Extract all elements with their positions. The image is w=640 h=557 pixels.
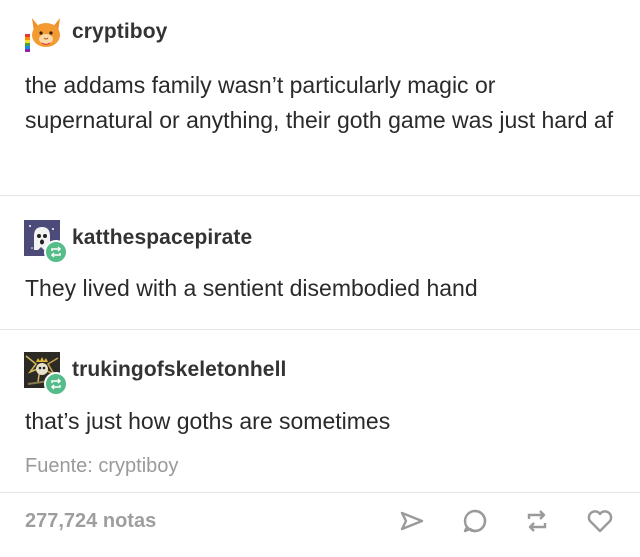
post-text: that’s just how goths are sometimes <box>25 408 391 434</box>
ghost-avatar-icon[interactable] <box>24 220 68 264</box>
orange-cat-pride-avatar-icon[interactable] <box>24 14 60 52</box>
source-link[interactable]: Fuente: cryptiboy <box>25 455 178 478</box>
reblog-entry-trukingofskeletonhell: trukingofskeletonhell that’s just how go… <box>0 330 640 450</box>
post-footer: 277,724 notas <box>0 492 640 552</box>
reply-icon[interactable] <box>459 505 491 537</box>
share-icon[interactable] <box>396 505 428 537</box>
username[interactable]: trukingofskeletonhell <box>72 358 286 382</box>
reblog-badge-icon <box>44 240 68 264</box>
reblog-icon[interactable] <box>521 505 553 537</box>
username[interactable]: cryptiboy <box>72 20 167 44</box>
author-row: katthespacepirate <box>24 220 252 264</box>
reblog-badge-icon <box>44 372 68 396</box>
author-row: trukingofskeletonhell <box>24 352 286 396</box>
reblog-entry-katthespacepirate: katthespacepirate They lived with a sent… <box>0 196 640 329</box>
skeleton-king-avatar-icon[interactable] <box>24 352 68 396</box>
tumblr-post: cryptiboy the addams family wasn’t parti… <box>0 0 640 557</box>
author-row: cryptiboy <box>24 14 167 52</box>
post-text: the addams family wasn’t particularly ma… <box>25 72 614 133</box>
reblog-entry-cryptiboy: cryptiboy the addams family wasn’t parti… <box>0 0 640 195</box>
notes-count[interactable]: 277,724 notas <box>25 510 156 533</box>
heart-icon[interactable] <box>584 505 616 537</box>
post-text: They lived with a sentient disembodied h… <box>25 275 478 301</box>
username[interactable]: katthespacepirate <box>72 226 252 250</box>
